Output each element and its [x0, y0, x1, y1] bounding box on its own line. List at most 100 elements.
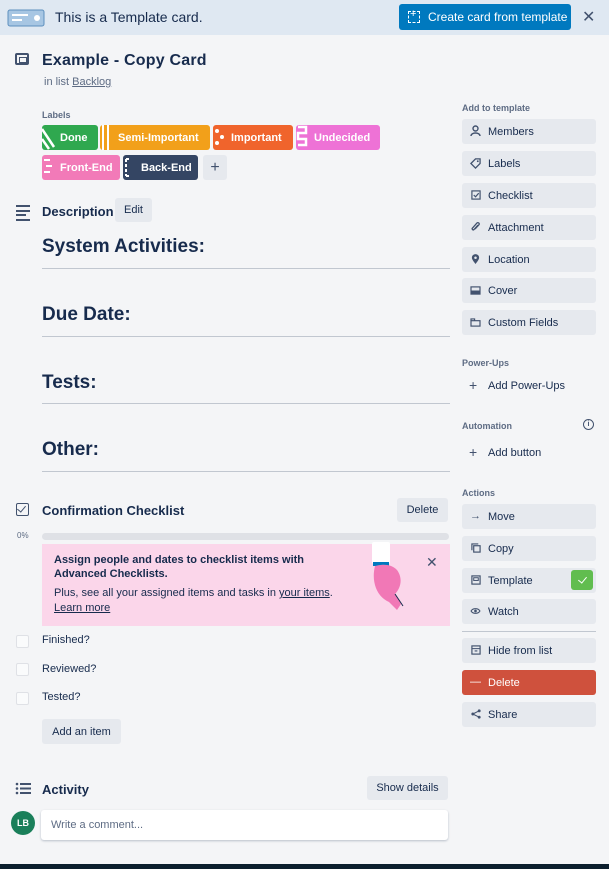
checklist-item-checkbox[interactable]	[16, 635, 29, 648]
divider	[42, 471, 450, 472]
add-button-label: Add button	[488, 446, 542, 459]
checklist-icon	[16, 503, 29, 516]
move-button[interactable]: → Move	[462, 504, 596, 529]
template-banner: This is a Template card. Create card fro…	[0, 0, 609, 35]
description-heading: Due Date:	[42, 304, 131, 325]
divider	[42, 268, 450, 269]
label-important[interactable]: Important	[213, 125, 293, 150]
vertical-stripe-icon	[102, 125, 109, 150]
in-list-text: in list Backlog	[44, 76, 111, 88]
zigzag-pattern-icon	[296, 125, 308, 147]
pointing-hand-illustration	[372, 542, 404, 610]
delete-checklist-button[interactable]: Delete	[397, 498, 448, 522]
description-title: Description	[42, 204, 114, 219]
label-semi-important[interactable]: Semi-Important	[100, 125, 210, 150]
custom-fields-label: Custom Fields	[488, 316, 559, 329]
checklist-label: Checklist	[488, 189, 533, 202]
label-text: Front-End	[60, 161, 113, 174]
stripe-pattern-icon	[42, 128, 56, 150]
add-button-button[interactable]: + Add button	[462, 440, 596, 465]
copy-label: Copy	[488, 542, 514, 555]
labels-button[interactable]: Labels	[462, 151, 596, 176]
edit-description-button[interactable]: Edit	[115, 198, 152, 222]
checklist-item-checkbox[interactable]	[16, 663, 29, 676]
learn-more-link[interactable]: Learn more	[54, 602, 110, 614]
description-heading: Tests:	[42, 372, 97, 393]
person-icon	[470, 125, 481, 137]
checklist-button[interactable]: Checklist	[462, 183, 596, 208]
custom-fields-button[interactable]: Custom Fields	[462, 310, 596, 335]
divider	[42, 336, 450, 337]
watch-button[interactable]: Watch	[462, 599, 596, 624]
share-button[interactable]: Share	[462, 702, 596, 727]
template-icon	[470, 574, 481, 586]
info-icon[interactable]: i	[583, 419, 594, 430]
tag-icon	[470, 157, 481, 169]
checklist-item-label[interactable]: Reviewed?	[42, 663, 96, 675]
cover-button[interactable]: Cover	[462, 278, 596, 303]
card-title[interactable]: Example - Copy Card	[42, 52, 207, 70]
plus-icon: +	[469, 377, 478, 393]
checklist-item-checkbox[interactable]	[16, 692, 29, 705]
comment-input[interactable]	[41, 810, 448, 840]
arrow-right-icon: →	[470, 510, 481, 522]
list-link[interactable]: Backlog	[72, 76, 111, 88]
add-label-button[interactable]: +	[203, 155, 227, 180]
template-card-icon	[7, 9, 45, 27]
avatar[interactable]: LB	[11, 811, 35, 835]
label-undecided[interactable]: Undecided	[296, 125, 380, 150]
cover-label: Cover	[488, 284, 518, 297]
checklist-title[interactable]: Confirmation Checklist	[42, 503, 184, 518]
add-powerups-label: Add Power-Ups	[488, 379, 566, 392]
close-icon[interactable]: ✕	[582, 7, 595, 27]
copy-button[interactable]: Copy	[462, 536, 596, 561]
dash-pattern-icon	[44, 159, 52, 173]
attachment-label: Attachment	[488, 221, 544, 234]
activity-title: Activity	[42, 782, 89, 797]
checklist-item-label[interactable]: Tested?	[42, 691, 81, 703]
checklist-progress-bar	[42, 533, 449, 540]
labels-heading: Labels	[42, 110, 71, 120]
label-text: Back-End	[141, 161, 192, 174]
archive-icon	[470, 644, 481, 656]
label-text: Done	[60, 131, 88, 144]
banner-text: This is a Template card.	[55, 9, 203, 25]
add-powerups-button[interactable]: + Add Power-Ups	[462, 373, 596, 398]
show-details-button[interactable]: Show details	[367, 776, 448, 800]
promo-title: Assign people and dates to checklist ite…	[54, 554, 305, 580]
location-button[interactable]: Location	[462, 247, 596, 272]
eye-icon	[470, 605, 481, 617]
add-checklist-item-button[interactable]: Add an item	[42, 719, 121, 744]
checkbox-icon	[470, 189, 481, 201]
copy-icon	[470, 542, 481, 554]
your-items-link[interactable]: your items	[279, 587, 330, 599]
members-button[interactable]: Members	[462, 119, 596, 144]
promo-text-prefix: Plus, see all your assigned items and ta…	[54, 587, 276, 599]
add-to-template-heading: Add to template	[462, 103, 531, 113]
description-heading: System Activities:	[42, 236, 205, 257]
delete-card-button[interactable]: — Delete	[462, 670, 596, 695]
checklist-item-label[interactable]: Finished?	[42, 634, 90, 646]
card-icon	[15, 53, 29, 65]
create-card-from-template-button[interactable]: Create card from template	[399, 4, 571, 30]
divider	[42, 403, 450, 404]
dots-pattern-icon	[215, 129, 224, 145]
template-active-check-icon[interactable]	[571, 570, 593, 590]
activity-icon	[15, 782, 31, 795]
location-label: Location	[488, 253, 530, 266]
hide-from-list-label: Hide from list	[488, 644, 553, 657]
label-text: Undecided	[314, 131, 371, 144]
members-label: Members	[488, 125, 534, 138]
attachment-button[interactable]: Attachment	[462, 215, 596, 240]
template-label: Template	[488, 574, 533, 587]
bracket-pattern-icon	[125, 158, 130, 177]
label-back-end[interactable]: Back-End	[123, 155, 198, 180]
actions-divider	[462, 631, 596, 632]
close-promo-icon[interactable]: ✕	[426, 554, 438, 571]
description-icon	[16, 205, 30, 223]
hide-from-list-button[interactable]: Hide from list	[462, 638, 596, 663]
description-heading: Other:	[42, 439, 99, 460]
label-front-end[interactable]: Front-End	[42, 155, 120, 180]
fields-icon	[470, 316, 481, 328]
label-done[interactable]: Done	[42, 125, 98, 150]
